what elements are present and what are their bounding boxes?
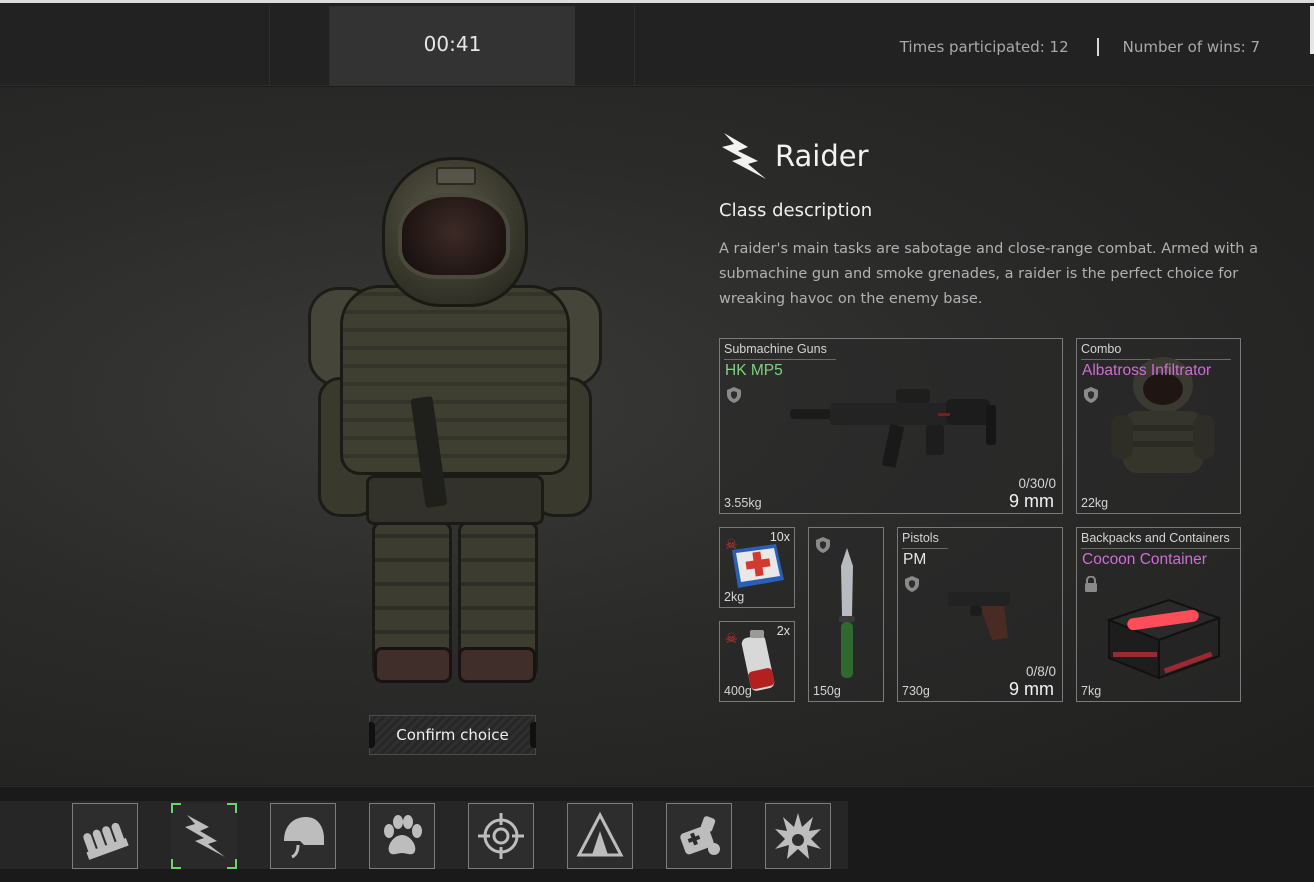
item-weight: 7kg bbox=[1081, 684, 1102, 698]
top-bar-segment bbox=[270, 6, 330, 86]
item-name: PM bbox=[903, 551, 927, 568]
selection-corner bbox=[171, 803, 181, 813]
ammo-belt-icon bbox=[83, 822, 129, 860]
class-tab-survivalist[interactable] bbox=[567, 803, 633, 869]
shield-icon bbox=[905, 576, 919, 592]
times-participated: Times participated: 12 bbox=[899, 38, 1069, 56]
smg-image bbox=[790, 389, 996, 468]
smoke-grenade-card[interactable]: ☠ 2x 400g bbox=[719, 621, 795, 702]
helmet-icon bbox=[284, 817, 324, 859]
cocoon-container-image bbox=[1106, 598, 1222, 680]
lightning-bolt-icon bbox=[185, 815, 225, 857]
character-boot bbox=[374, 647, 452, 683]
top-bar: 00:41 Times participated: 12 Number of w… bbox=[0, 0, 1314, 86]
shield-icon bbox=[816, 537, 830, 553]
class-name: Raider bbox=[775, 139, 869, 173]
class-description-title: Class description bbox=[719, 200, 873, 221]
item-category: Pistols bbox=[902, 531, 948, 549]
medic-kit-icon bbox=[680, 816, 720, 855]
confirm-choice-button[interactable]: Confirm choice bbox=[369, 715, 536, 755]
item-weight: 730g bbox=[902, 684, 930, 698]
stats-divider bbox=[1096, 38, 1099, 56]
pistol-image bbox=[948, 592, 1010, 640]
class-tab-sniper[interactable] bbox=[468, 803, 534, 869]
shield-icon bbox=[1084, 387, 1098, 403]
item-category: Submachine Guns bbox=[724, 342, 836, 360]
item-name: HK MP5 bbox=[725, 362, 783, 379]
caliber: 9 mm bbox=[1009, 491, 1054, 511]
class-selection-area: Confirm choice Raider Class description … bbox=[0, 87, 1314, 785]
character-helmet-lamp bbox=[436, 167, 476, 185]
selection-corner bbox=[227, 859, 237, 869]
ammo-count: 0/30/0 bbox=[1018, 476, 1056, 491]
character-model bbox=[300, 157, 610, 687]
top-bar-segment bbox=[575, 6, 635, 86]
item-weight: 3.55kg bbox=[724, 496, 762, 510]
class-tab-demolitions[interactable] bbox=[765, 803, 831, 869]
timer-panel: 00:41 bbox=[330, 6, 575, 86]
class-tabs-bar bbox=[0, 786, 1314, 882]
caliber: 9 mm bbox=[1009, 679, 1054, 699]
melee-card[interactable]: 150g bbox=[808, 527, 884, 702]
character-torso bbox=[340, 285, 570, 475]
class-description: A raider's main tasks are sabotage and c… bbox=[719, 241, 1258, 307]
item-category: Backpacks and Containers bbox=[1081, 531, 1240, 549]
class-tab-medic[interactable] bbox=[666, 803, 732, 869]
explosion-icon bbox=[775, 813, 821, 859]
item-weight: 400g bbox=[724, 684, 752, 698]
shield-icon bbox=[727, 387, 741, 403]
window-scrollbar[interactable] bbox=[1310, 6, 1314, 54]
number-of-wins: Number of wins: 7 bbox=[1122, 38, 1260, 56]
knife-image bbox=[839, 548, 855, 678]
item-weight: 22kg bbox=[1081, 496, 1109, 510]
medkit-card[interactable]: ☠ 10x 2kg bbox=[719, 527, 795, 608]
skull-icon: ☠ bbox=[725, 630, 738, 646]
container-card[interactable]: Backpacks and Containers Cocoon Containe… bbox=[1076, 527, 1241, 702]
character-boot bbox=[458, 647, 536, 683]
paw-print-icon bbox=[384, 815, 422, 855]
item-name: Cocoon Container bbox=[1082, 551, 1207, 568]
primary-weapon-card[interactable]: Submachine Guns HK MP5 0/30/0 9 mm 3.55k… bbox=[719, 338, 1063, 514]
character-visor bbox=[398, 193, 510, 279]
ammo-count: 0/8/0 bbox=[1025, 664, 1056, 679]
selection-corner bbox=[171, 859, 181, 869]
armor-card[interactable]: Combo Albatross Infiltrator 22kg bbox=[1076, 338, 1241, 514]
top-bar-segment bbox=[0, 6, 270, 86]
medkit-image bbox=[732, 544, 784, 588]
tent-icon bbox=[576, 811, 624, 857]
class-tab-soldier[interactable] bbox=[270, 803, 336, 869]
class-tab-scout[interactable] bbox=[369, 803, 435, 869]
lock-icon bbox=[1085, 576, 1097, 592]
timer: 00:41 bbox=[423, 32, 482, 56]
crosshair-icon bbox=[478, 813, 524, 859]
player-stats: Times participated: 12 Number of wins: 7 bbox=[900, 38, 1260, 56]
lightning-bolt-icon bbox=[722, 133, 766, 179]
item-name: Albatross Infiltrator bbox=[1082, 362, 1212, 379]
class-tab-raider[interactable] bbox=[171, 803, 237, 869]
item-weight: 2kg bbox=[724, 590, 745, 604]
pistol-card[interactable]: Pistols PM 0/8/0 9 mm 730g bbox=[897, 527, 1063, 702]
class-tab-assault[interactable] bbox=[72, 803, 138, 869]
item-weight: 150g bbox=[813, 684, 841, 698]
selection-corner bbox=[227, 803, 237, 813]
character-belt bbox=[366, 475, 544, 525]
